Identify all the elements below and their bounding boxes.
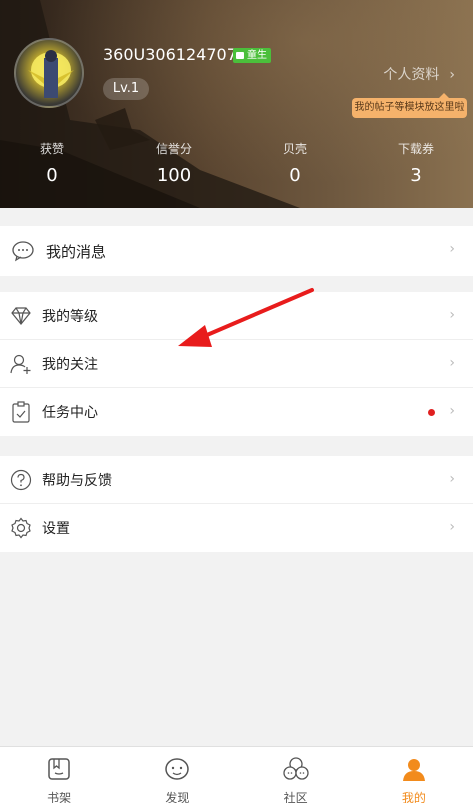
tab-label: 发现 [165,791,190,803]
stat-label: 下载券 [397,142,434,156]
tab-label: 我的 [401,791,426,803]
chevron-right-icon: › [449,241,455,257]
chevron-right-icon: › [449,67,455,83]
stat-value: 0 [46,165,58,186]
community-icon [282,757,309,780]
tab-community[interactable]: 社区 [237,747,355,803]
stat-value: 100 [156,165,192,186]
avatar[interactable] [14,38,84,108]
profile-link[interactable]: 个人资料 › [383,64,455,84]
menu-label: 我的关注 [42,357,98,373]
stat-label: 贝壳 [282,142,307,156]
stat-shells[interactable]: 贝壳 0 [245,140,345,186]
menu-label: 我的等级 [42,309,98,325]
tab-label: 书架 [47,791,72,803]
messages-section: 我的消息 › [0,226,473,276]
stat-label: 获赞 [39,142,64,156]
profile-link-label: 个人资料 [383,67,440,83]
menu-item-settings[interactable]: 设置 › [0,504,473,552]
stat-value: 0 [289,165,301,186]
settings-section: 帮助与反馈 › 设置 › [0,456,473,552]
bottom-tab-bar: 书架 发现 社区 我的 [0,746,473,803]
stat-label: 信誉分 [155,142,192,156]
level-badge[interactable]: Lv.1 [103,78,149,100]
menu-item-follow[interactable]: 我的关注 › [0,340,473,388]
activity-section: 我的等级 › 我的关注 › 任务中心 › [0,292,473,436]
tooltip: 我的帖子等模块放这里啦 [352,93,467,118]
bookshelf-icon [48,758,70,780]
tab-label: 社区 [283,791,308,803]
menu-label: 任务中心 [42,405,98,421]
gear-icon [11,517,31,539]
notification-dot [428,409,435,416]
menu-item-tasks[interactable]: 任务中心 › [0,388,473,436]
diamond-icon [11,307,31,325]
username: 360U3061247078 [103,45,248,64]
stat-value: 3 [410,165,422,186]
message-icon [12,241,34,262]
chevron-right-icon: › [449,307,455,323]
me-icon [402,759,425,781]
stat-credit[interactable]: 信誉分 100 [124,140,224,186]
chevron-right-icon: › [449,471,455,487]
tab-bookshelf[interactable]: 书架 [0,747,118,803]
chevron-right-icon: › [449,519,455,535]
stat-coupons[interactable]: 下载券 3 [366,140,466,186]
add-user-icon [10,354,31,374]
menu-label: 帮助与反馈 [42,473,112,489]
tab-discover[interactable]: 发现 [118,747,236,803]
tab-me[interactable]: 我的 [355,747,473,803]
chevron-right-icon: › [449,403,455,419]
chevron-right-icon: › [449,355,455,371]
stat-likes[interactable]: 获赞 0 [2,140,102,186]
clipboard-check-icon [12,401,30,423]
help-icon [10,469,32,491]
stats-bar: 获赞 0 信誉分 100 贝壳 0 下载券 3 [0,140,473,200]
menu-item-level[interactable]: 我的等级 › [0,292,473,340]
menu-label: 设置 [42,521,70,537]
profile-header: 360U3061247078 童生 Lv.1 个人资料 › 我的帖子等模块放这里啦… [0,0,473,208]
menu-item-messages[interactable]: 我的消息 › [0,226,473,276]
menu-item-help[interactable]: 帮助与反馈 › [0,456,473,504]
rank-badge: 童生 [233,48,271,63]
discover-icon [165,758,190,780]
menu-label: 我的消息 [46,243,107,261]
